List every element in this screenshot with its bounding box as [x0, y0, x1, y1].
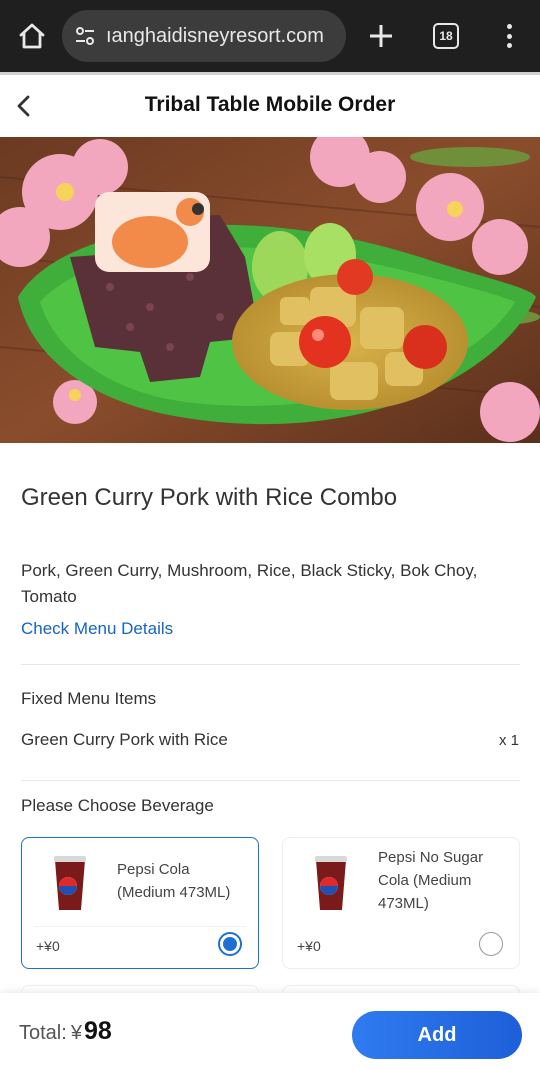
site-settings-icon[interactable] — [74, 25, 96, 47]
fixed-menu-item-qty: x 1 — [498, 732, 519, 749]
pepsi-cup-icon — [54, 856, 86, 910]
fixed-menu-item-name: Green Curry Pork with Rice — [21, 730, 228, 749]
pepsi-cup-icon — [315, 856, 347, 910]
app-header: Tribal Table Mobile Order — [0, 75, 540, 137]
beverage-option-pepsi-cola[interactable]: Pepsi Cola (Medium 473ML) +¥0 — [21, 837, 259, 969]
card-separator — [34, 926, 246, 927]
url-text: ıanghaidisneyresort.com — [106, 24, 324, 47]
divider — [21, 664, 520, 665]
add-button[interactable]: Add — [352, 1011, 522, 1059]
beverage-price: +¥0 — [297, 938, 321, 954]
total-amount: 98 — [83, 1017, 112, 1045]
address-bar[interactable]: ıanghaidisneyresort.com — [62, 10, 346, 62]
total-price: Total: ¥98 — [19, 1017, 112, 1046]
beverage-label: Please Choose Beverage — [21, 796, 214, 815]
more-vert-icon[interactable] — [499, 21, 519, 51]
currency-symbol: ¥ — [70, 1022, 82, 1044]
radio-unselected-icon[interactable] — [479, 932, 503, 956]
divider — [21, 780, 520, 781]
radio-selected-icon[interactable] — [218, 932, 242, 956]
check-menu-details-link[interactable]: Check Menu Details — [21, 619, 173, 639]
tab-switcher-icon[interactable]: 18 — [433, 23, 459, 49]
page-title: Tribal Table Mobile Order — [144, 93, 396, 116]
beverage-price: +¥0 — [36, 938, 60, 954]
beverage-name: Pepsi Cola (Medium 473ML) — [117, 861, 231, 901]
total-label: Total: — [19, 1022, 67, 1044]
beverage-option-pepsi-no-sugar[interactable]: Pepsi No Sugar Cola (Medium 473ML) +¥0 — [282, 837, 520, 969]
fixed-menu-label: Fixed Menu Items — [21, 689, 157, 708]
product-name: Green Curry Pork with Rice Combo — [21, 484, 398, 511]
product-image — [0, 137, 540, 443]
browser-toolbar: ıanghaidisneyresort.com 18 — [0, 0, 540, 72]
beverage-name: Pepsi No Sugar Cola (Medium 473ML) — [378, 849, 484, 912]
home-icon[interactable] — [16, 20, 48, 52]
plus-icon[interactable] — [366, 21, 396, 51]
product-description: Pork, Green Curry, Mushroom, Rice, Black… — [21, 561, 478, 606]
order-footer: Total: ¥98 Add — [0, 993, 540, 1069]
